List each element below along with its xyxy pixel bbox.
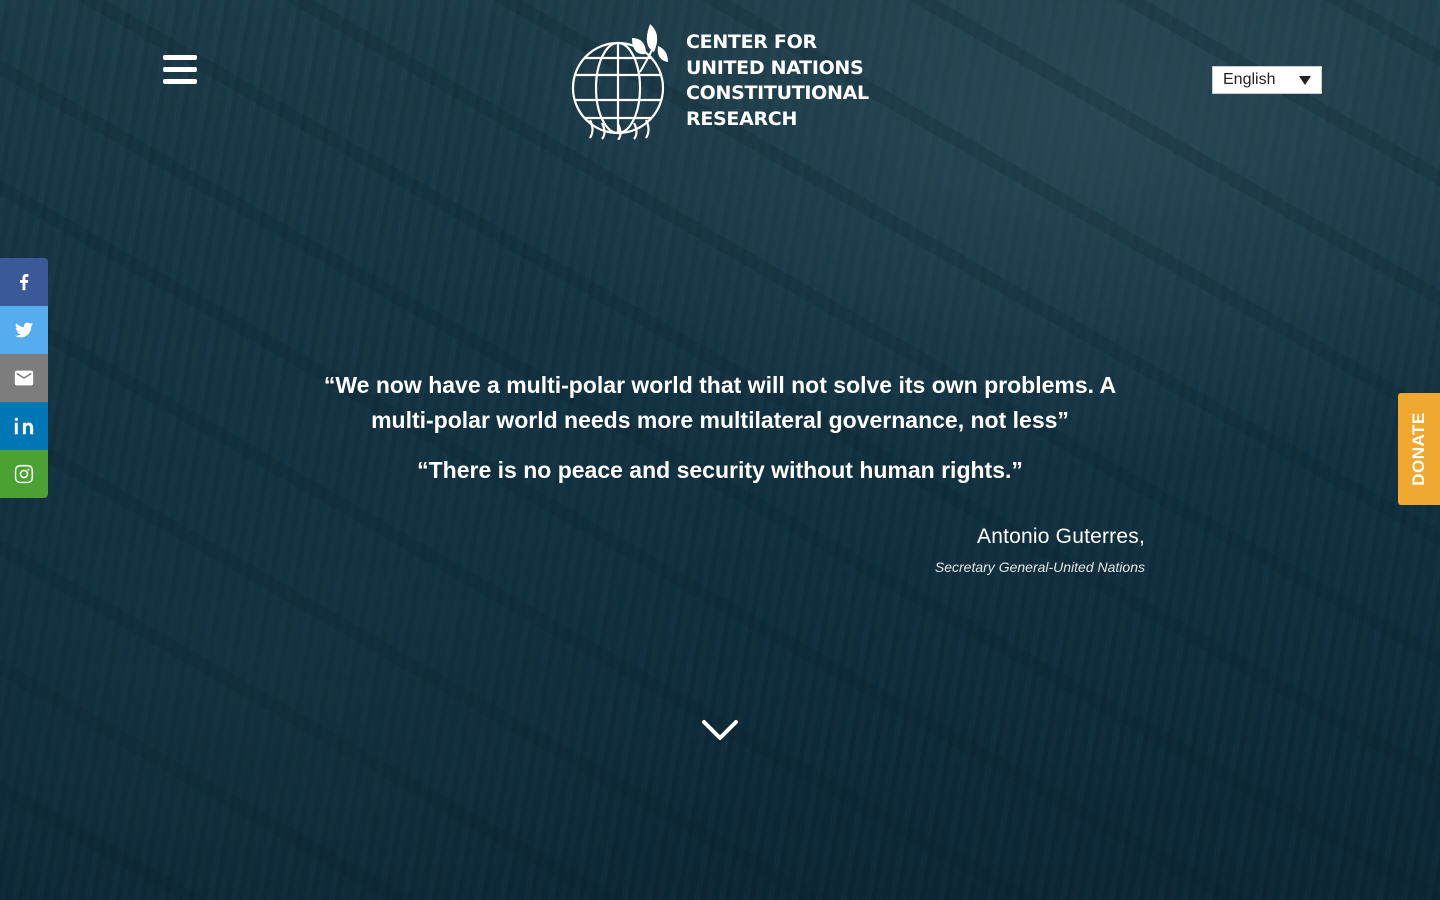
- email-icon: [14, 370, 34, 386]
- logo-line: CONSTITUTIONAL: [686, 82, 869, 104]
- author-name: Antonio Guterres,: [977, 525, 1145, 548]
- dropdown-arrow-icon: [1299, 76, 1311, 85]
- logo-wordmark: CENTER FOR UNITED NATIONS CONSTITUTIONAL…: [686, 30, 869, 132]
- logo-line: CENTER FOR: [686, 31, 817, 53]
- twitter-share-button[interactable]: [0, 306, 48, 354]
- author-title: Secretary General-United Nations: [934, 559, 1145, 575]
- twitter-icon: [14, 322, 34, 338]
- instagram-icon: [14, 464, 34, 484]
- language-selected-value: English: [1223, 71, 1276, 88]
- facebook-icon: [20, 274, 29, 291]
- logo-line: UNITED NATIONS: [686, 56, 864, 79]
- linkedin-share-button[interactable]: [0, 402, 48, 450]
- quote-attribution: Antonio Guterres, Secretary General-Unit…: [935, 525, 1145, 575]
- globe-tree-logo-icon: [571, 24, 668, 140]
- site-logo[interactable]: CENTER FOR UNITED NATIONS CONSTITUTIONAL…: [570, 20, 869, 140]
- quote-secondary: “There is no peace and security without …: [417, 457, 1023, 483]
- hero-quotes: “We now have a multi-polar world that wi…: [300, 368, 1140, 488]
- facebook-share-button[interactable]: [0, 258, 48, 306]
- logo-line: RESEARCH: [686, 107, 798, 130]
- instagram-share-button[interactable]: [0, 450, 48, 498]
- social-share-bar: [0, 258, 48, 498]
- email-share-button[interactable]: [0, 354, 48, 402]
- scroll-down-chevron-icon[interactable]: [700, 714, 740, 746]
- donate-button[interactable]: DONATE: [1398, 393, 1440, 505]
- donate-label: DONATE: [1409, 412, 1429, 486]
- quote-primary: “We now have a multi-polar world that wi…: [323, 372, 1117, 433]
- hamburger-menu-icon[interactable]: [163, 55, 197, 87]
- language-select[interactable]: English: [1212, 66, 1322, 94]
- linkedin-icon: [14, 417, 34, 435]
